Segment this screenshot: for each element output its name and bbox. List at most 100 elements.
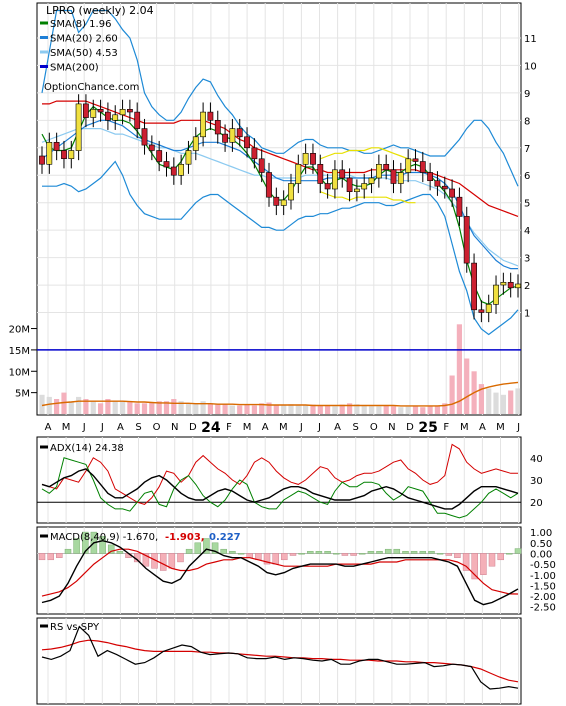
volume-bar: [295, 405, 301, 414]
volume-bar: [500, 394, 506, 414]
price-candle: [346, 177, 353, 192]
volume-bar: [398, 407, 404, 414]
macd-y-tick: -2.50: [530, 603, 556, 614]
volume-bar: [427, 406, 433, 414]
macd-y-tick: 0.50: [530, 539, 552, 550]
volume-bar: [449, 375, 455, 414]
volume-bar: [405, 406, 411, 414]
macd-histogram-bar: [333, 553, 340, 555]
macd-y-tick: -1.50: [530, 581, 556, 592]
price-candle: [214, 120, 221, 135]
watermark-text: OptionChance.com: [44, 82, 139, 93]
price-candle: [229, 128, 236, 143]
price-candle: [375, 164, 382, 179]
adx-label: ADX(14) 24.38: [50, 443, 124, 454]
price-y-tick: 5: [524, 199, 530, 210]
volume-bar: [390, 406, 397, 414]
price-candle: [295, 164, 302, 184]
price-candle: [185, 150, 192, 165]
x-axis-tick: J: [82, 422, 86, 433]
price-candle: [397, 172, 404, 184]
x-axis-tick: M: [243, 422, 252, 433]
price-candle: [178, 164, 184, 176]
price-candle: [288, 183, 294, 201]
volume-bar: [68, 401, 74, 414]
volume-bar: [368, 406, 375, 414]
x-axis-tick: D: [406, 422, 414, 433]
x-axis-tick: J: [516, 422, 520, 433]
macd-histogram-bar: [384, 548, 392, 554]
macd-histogram-bar: [116, 551, 124, 554]
x-axis-tick: J: [299, 422, 303, 433]
volume-bar: [171, 399, 177, 414]
x-axis-tick: 24: [201, 420, 221, 436]
macd-histogram-bar: [419, 551, 427, 554]
price-candle: [53, 142, 60, 151]
x-axis-tick: N: [171, 422, 178, 433]
ticker-label: LPRO (weekly) 2.04: [46, 4, 154, 17]
macd-histogram-bar: [168, 553, 176, 569]
volume-bar: [412, 405, 419, 414]
legend-label: SMA(8) 1.96: [50, 19, 111, 30]
price-candle: [317, 164, 324, 184]
price-y-tick: 1: [524, 309, 530, 320]
volume-bar: [120, 401, 126, 414]
x-axis-tick: S: [135, 422, 141, 433]
volume-bar: [215, 404, 221, 414]
price-candle: [471, 262, 477, 311]
volume-bar: [112, 401, 118, 414]
volume-bar: [244, 404, 250, 414]
macd-y-tick: 0.00: [530, 549, 552, 560]
price-candle: [353, 188, 360, 193]
macd-histogram-bar: [402, 551, 409, 554]
price-candle: [244, 136, 250, 149]
macd-hist-value: 0.227: [209, 532, 241, 543]
price-candle: [434, 180, 441, 187]
price-candle: [456, 196, 463, 217]
x-axis-tick: A: [334, 422, 341, 433]
volume-bar: [134, 403, 140, 414]
x-axis-tick: M: [496, 422, 505, 433]
macd-histogram-bar: [454, 553, 461, 558]
macd-panel: 1.000.500.00-0.50-1.00-1.50-2.00-2.50 MA…: [36, 526, 556, 615]
macd-histogram-bar: [307, 551, 314, 554]
volume-bar: [361, 405, 367, 414]
x-axis-tick: J: [317, 422, 321, 433]
x-axis-tick: N: [388, 422, 395, 433]
price-candle: [339, 169, 346, 179]
macd-histogram-bar: [506, 553, 513, 555]
volume-bar: [185, 403, 192, 414]
price-candle: [390, 169, 397, 184]
macd-y-tick: 1.00: [530, 528, 552, 539]
macd-label: MACD(8,40,9) -1.670,: [50, 532, 158, 543]
price-candle: [141, 128, 148, 146]
macd-histogram-bar: [229, 551, 236, 554]
volume-bar: [486, 388, 492, 414]
price-candle: [412, 158, 419, 162]
price-candle: [441, 185, 448, 190]
macd-histogram-bar: [246, 553, 253, 558]
macd-histogram-bar: [220, 548, 227, 554]
price-y-tick: 10: [524, 61, 537, 72]
macd-histogram-bar: [64, 548, 72, 554]
price-candle: [405, 158, 412, 173]
volume-bar: [332, 406, 338, 414]
volume-bar: [251, 405, 257, 414]
x-axis-tick: A: [117, 422, 124, 433]
x-axis-tick: A: [479, 422, 486, 433]
macd-histogram-bar: [281, 553, 288, 561]
macd-histogram-bar: [367, 551, 375, 554]
macd-histogram-bar: [56, 553, 63, 558]
price-candle: [127, 109, 133, 113]
macd-histogram-bar: [159, 553, 167, 571]
macd-histogram-bar: [376, 551, 383, 554]
volume-bar: [98, 403, 104, 414]
price-candle: [39, 155, 45, 165]
macd-y-tick: -0.50: [530, 560, 556, 571]
volume-bar: [508, 390, 514, 414]
volume-bar: [493, 392, 499, 414]
x-axis-tick: J: [100, 422, 104, 433]
price-candle: [324, 183, 331, 190]
price-candle: [251, 147, 258, 160]
price-candle: [280, 199, 287, 206]
